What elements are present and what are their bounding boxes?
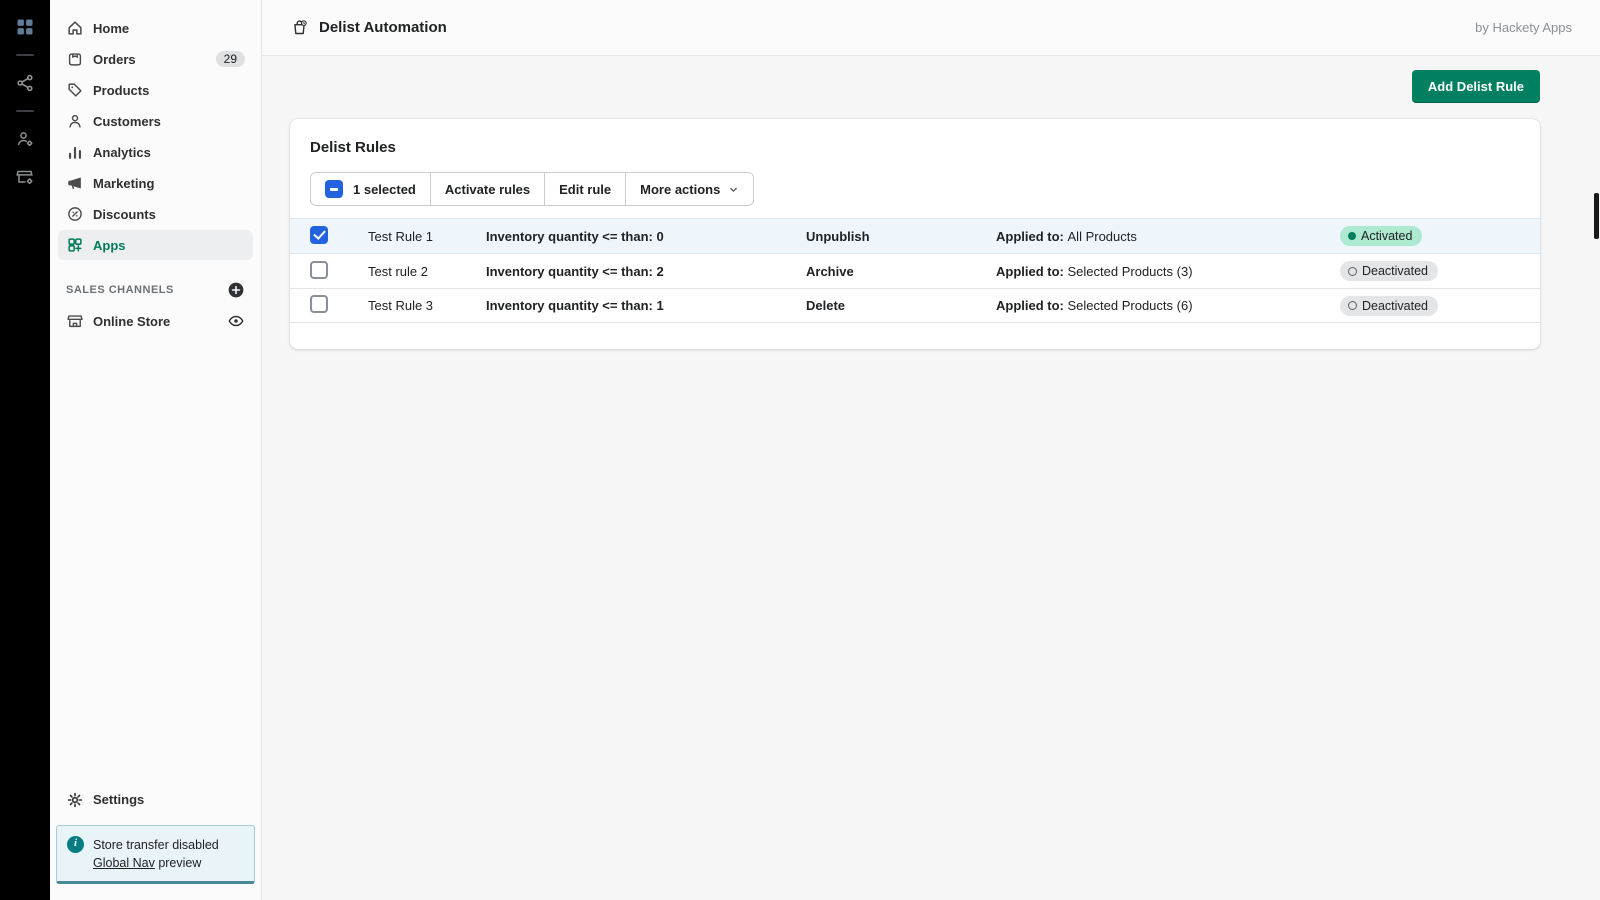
table-row[interactable]: Test Rule 1 Inventory quantity <= than: … xyxy=(290,218,1540,253)
rule-applied-to: Applied to: Selected Products (6) xyxy=(996,298,1340,313)
rule-condition: Inventory quantity <= than: 0 xyxy=(486,229,806,244)
rule-applied-to: Applied to: All Products xyxy=(996,229,1340,244)
activate-rules-button[interactable]: Activate rules xyxy=(430,173,544,205)
page-title: Delist Automation xyxy=(319,19,447,36)
more-actions-label: More actions xyxy=(640,182,720,197)
selected-count-label: 1 selected xyxy=(353,182,416,197)
row-checkbox[interactable] xyxy=(310,295,328,313)
sidebar: Home Orders 29 Products Customers xyxy=(50,0,262,900)
sidebar-item-label: Analytics xyxy=(93,145,151,160)
preview-eye-icon[interactable] xyxy=(227,312,245,330)
discounts-icon xyxy=(66,205,84,223)
apps-grid-icon[interactable] xyxy=(14,16,36,38)
rules-table: Test Rule 1 Inventory quantity <= than: … xyxy=(290,218,1540,323)
chevron-down-icon xyxy=(728,184,739,195)
status-badge: Deactivated xyxy=(1340,261,1438,281)
scrollbar-thumb[interactable] xyxy=(1594,193,1599,239)
sidebar-item-marketing[interactable]: Marketing xyxy=(58,168,253,198)
sidebar-item-label: Customers xyxy=(93,114,161,129)
orders-count-badge: 29 xyxy=(216,51,245,67)
status-badge: Activated xyxy=(1340,226,1422,246)
rail-divider xyxy=(16,110,34,112)
sidebar-item-online-store[interactable]: Online Store xyxy=(58,306,253,336)
gear-icon xyxy=(66,791,84,809)
rule-action: Delete xyxy=(806,298,996,313)
row-checkbox[interactable] xyxy=(310,226,328,244)
main-area: Delist Automation by Hackety Apps Add De… xyxy=(262,0,1600,900)
notice-line1: Store transfer disabled xyxy=(93,838,219,852)
sidebar-item-label: Marketing xyxy=(93,176,154,191)
status-badge: Deactivated xyxy=(1340,296,1438,316)
rule-action: Archive xyxy=(806,264,996,279)
select-all-checkbox[interactable] xyxy=(325,180,343,198)
sales-channels-label: SALES CHANNELS xyxy=(66,284,174,296)
sales-channels-header: SALES CHANNELS xyxy=(66,281,245,299)
sidebar-item-label: Orders xyxy=(93,52,136,67)
notice-text: Store transfer disabled Global Nav previ… xyxy=(93,836,219,872)
share-network-icon[interactable] xyxy=(14,72,36,94)
app-root: Home Orders 29 Products Customers xyxy=(0,0,1600,900)
sidebar-item-label: Apps xyxy=(93,238,126,253)
table-row[interactable]: Test rule 2 Inventory quantity <= than: … xyxy=(290,253,1540,288)
app-rail xyxy=(0,0,50,900)
app-topbar: Delist Automation by Hackety Apps xyxy=(262,0,1600,56)
add-channel-button[interactable] xyxy=(227,281,245,299)
rule-condition: Inventory quantity <= than: 1 xyxy=(486,298,806,313)
sidebar-item-apps[interactable]: Apps xyxy=(58,230,253,260)
rail-divider xyxy=(16,54,34,56)
marketing-icon xyxy=(66,174,84,192)
status-ring-icon xyxy=(1348,301,1357,310)
app-byline: by Hackety Apps xyxy=(1475,20,1572,35)
info-icon: i xyxy=(67,836,84,853)
apps-icon xyxy=(66,236,84,254)
home-icon xyxy=(66,19,84,37)
table-row[interactable]: Test Rule 3 Inventory quantity <= than: … xyxy=(290,288,1540,323)
sidebar-item-settings[interactable]: Settings xyxy=(58,785,253,815)
sidebar-item-label: Discounts xyxy=(93,207,156,222)
rule-name: Test Rule 1 xyxy=(368,229,486,244)
rule-action: Unpublish xyxy=(806,229,996,244)
add-delist-rule-button[interactable]: Add Delist Rule xyxy=(1412,70,1540,103)
sidebar-item-discounts[interactable]: Discounts xyxy=(58,199,253,229)
sidebar-bottom: Settings i Store transfer disabled Globa… xyxy=(50,784,261,900)
analytics-icon xyxy=(66,143,84,161)
sidebar-item-label: Products xyxy=(93,83,149,98)
sidebar-item-label: Settings xyxy=(93,792,144,807)
products-icon xyxy=(66,81,84,99)
edit-rule-button[interactable]: Edit rule xyxy=(544,173,625,205)
rule-name: Test Rule 3 xyxy=(368,298,486,313)
sidebar-item-customers[interactable]: Customers xyxy=(58,106,253,136)
selection-segment[interactable]: 1 selected xyxy=(311,173,430,205)
bulk-actions-toolbar: 1 selected Activate rules Edit rule More… xyxy=(310,172,754,206)
sidebar-item-orders[interactable]: Orders 29 xyxy=(58,44,253,74)
status-dot-icon xyxy=(1348,232,1356,240)
global-nav-link[interactable]: Global Nav xyxy=(93,856,155,870)
page-content: Add Delist Rule Delist Rules 1 selected … xyxy=(262,56,1600,900)
sidebar-item-analytics[interactable]: Analytics xyxy=(58,137,253,167)
sidebar-item-label: Online Store xyxy=(93,314,170,329)
user-settings-icon[interactable] xyxy=(14,128,36,150)
store-transfer-notice: i Store transfer disabled Global Nav pre… xyxy=(56,825,255,884)
storefront-icon xyxy=(66,312,84,330)
page-actions: Add Delist Rule xyxy=(290,70,1540,103)
sidebar-item-home[interactable]: Home xyxy=(58,13,253,43)
delist-rules-card: Delist Rules 1 selected Activate rules E… xyxy=(290,119,1540,349)
row-checkbox[interactable] xyxy=(310,261,328,279)
card-title: Delist Rules xyxy=(290,139,1540,156)
more-actions-button[interactable]: More actions xyxy=(625,173,753,205)
store-settings-icon[interactable] xyxy=(14,166,36,188)
sidebar-item-label: Home xyxy=(93,21,129,36)
status-ring-icon xyxy=(1348,267,1357,276)
app-bag-icon xyxy=(290,18,309,37)
rule-applied-to: Applied to: Selected Products (3) xyxy=(996,264,1340,279)
rule-name: Test rule 2 xyxy=(368,264,486,279)
sidebar-nav: Home Orders 29 Products Customers xyxy=(50,12,261,261)
rule-condition: Inventory quantity <= than: 2 xyxy=(486,264,806,279)
customers-icon xyxy=(66,112,84,130)
orders-icon xyxy=(66,50,84,68)
sidebar-item-products[interactable]: Products xyxy=(58,75,253,105)
notice-suffix: preview xyxy=(155,856,202,870)
